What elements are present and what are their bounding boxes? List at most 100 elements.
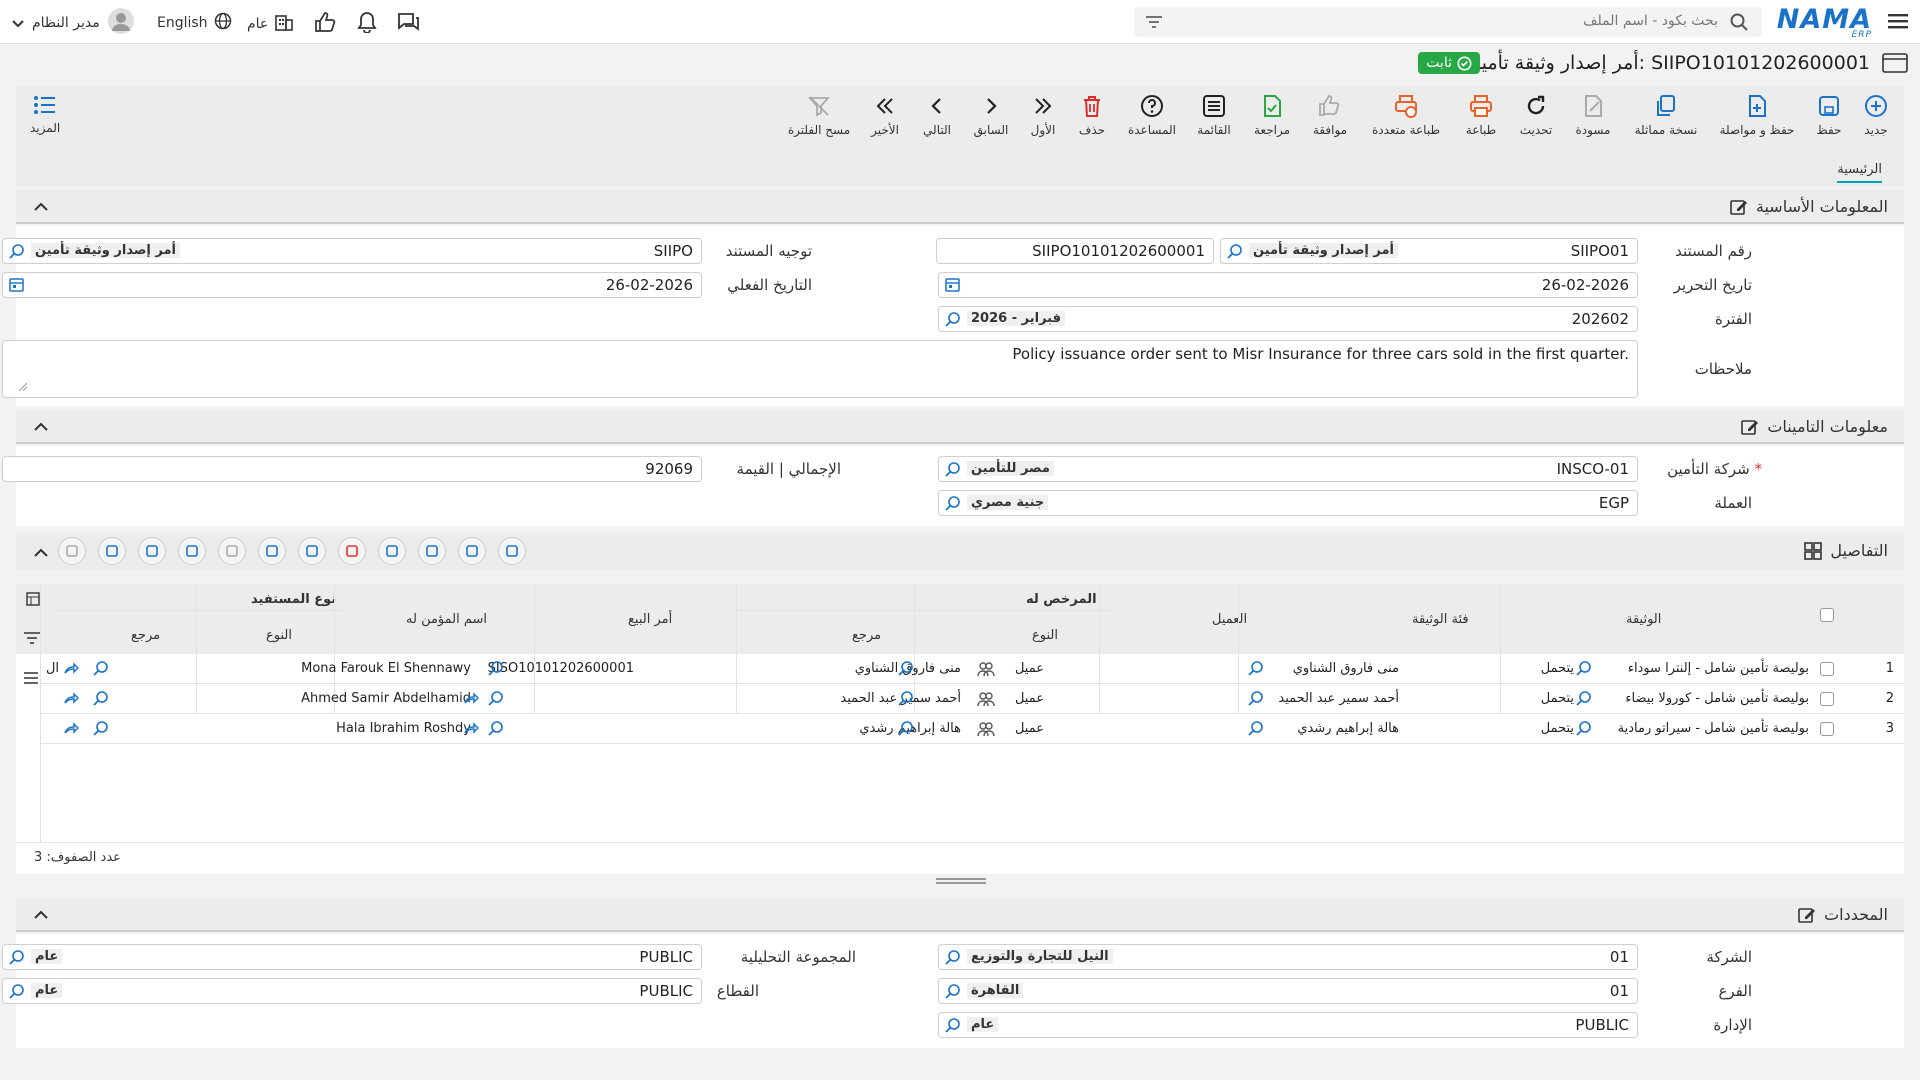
run-icon[interactable] (298, 537, 326, 565)
period-field[interactable]: 202602 2026 - فبراير (938, 306, 1638, 332)
lookup-icon[interactable] (488, 660, 504, 680)
menu-icon[interactable] (1888, 12, 1908, 34)
save-button[interactable]: حفظ (1799, 94, 1859, 137)
share-icon[interactable] (463, 691, 480, 709)
lookup-icon[interactable] (488, 720, 504, 740)
filter-icon[interactable] (98, 537, 126, 565)
scope-selector[interactable]: عام (247, 12, 294, 36)
user-menu[interactable]: مدير النظام (12, 8, 134, 38)
delete-row-icon[interactable] (338, 537, 366, 565)
row-checkbox[interactable] (1820, 692, 1834, 706)
row-checkbox[interactable] (1820, 662, 1834, 676)
column-header[interactable]: النوع (266, 628, 292, 643)
lookup-icon[interactable] (1576, 720, 1592, 740)
doc-direction-field[interactable]: SIIPO أمر إصدار وثيقة تأمين (2, 238, 702, 264)
copy-button[interactable]: نسخة مماثلة (1635, 94, 1697, 137)
help-button[interactable]: المساعدة (1122, 94, 1182, 137)
more-button[interactable]: المزيد (30, 94, 60, 135)
search-input[interactable]: بحث بكود - اسم الملف (1583, 13, 1718, 29)
filter-icon[interactable] (1146, 15, 1162, 33)
add-row-icon[interactable] (458, 537, 486, 565)
section-basic-header[interactable]: المعلومات الأساسية (16, 190, 1904, 224)
actual-date-field[interactable]: 26-02-2026 (2, 272, 702, 298)
column-header[interactable]: الوثيقة (1626, 612, 1661, 627)
lookup-icon[interactable] (1576, 690, 1592, 710)
table-row[interactable]: 3 بوليصة تأمين شامل - سيراتو رمادية يتحمل ه… (41, 714, 1904, 744)
thumbs-up-button[interactable]: موافقة (1300, 94, 1360, 137)
lookup-icon[interactable] (898, 660, 914, 680)
total-field[interactable]: 92069 (2, 456, 702, 482)
lookup-icon[interactable] (93, 690, 109, 710)
dim-analytic-field[interactable]: PUBLIC عام (2, 944, 702, 970)
layers-icon[interactable] (378, 537, 406, 565)
lookup-icon[interactable] (945, 495, 961, 515)
last-button[interactable]: الأخير (855, 94, 915, 137)
row-checkbox[interactable] (1820, 722, 1834, 736)
doc-number-field[interactable]: SIIPO01 أمر إصدار وثيقة تأمين (1220, 238, 1638, 264)
lookup-icon[interactable] (9, 983, 25, 1003)
table-icon[interactable] (258, 537, 286, 565)
expand-icon[interactable] (218, 537, 246, 565)
dim-company-field[interactable]: 01 النيل للتجارة والتوزيع (938, 944, 1638, 970)
section-insurance-header[interactable]: معلومات التامينات (16, 410, 1904, 444)
lookup-icon[interactable] (9, 949, 25, 969)
column-header[interactable]: النوع (1032, 628, 1058, 643)
lookup-icon[interactable] (93, 660, 109, 680)
doc-number-full-field[interactable]: SIIPO10101202600001 (936, 238, 1214, 264)
share-icon[interactable] (63, 721, 80, 739)
collapse-icon[interactable] (34, 906, 48, 924)
lookup-icon[interactable] (1248, 720, 1264, 740)
move-icon[interactable] (138, 537, 166, 565)
currency-field[interactable]: EGP جنية مصري (938, 490, 1638, 516)
lookup-icon[interactable] (1248, 660, 1264, 680)
resize-splitter[interactable] (936, 878, 986, 884)
edit-date-field[interactable]: 26-02-2026 (938, 272, 1638, 298)
thumbs-up-icon[interactable] (314, 11, 336, 37)
calendar-icon[interactable] (945, 277, 960, 296)
print-button[interactable]: طباعة (1451, 94, 1511, 137)
search-box[interactable]: بحث بكود - اسم الملف (1134, 7, 1762, 37)
share-icon[interactable] (463, 721, 480, 739)
collapse-icon[interactable] (34, 544, 48, 562)
column-header[interactable]: فئة الوثيقة (1412, 612, 1469, 627)
save-continue-button[interactable]: حفظ و مواصلة (1720, 94, 1794, 137)
table-row[interactable]: 1 بوليصة تأمين شامل - إلنترا سوداء يتحمل من… (41, 654, 1904, 684)
collapse-icon[interactable] (34, 198, 48, 216)
insurance-company-field[interactable]: INSCO-01 مصر للتأمين (938, 456, 1638, 482)
column-header[interactable]: اسم المؤمن له (406, 612, 487, 627)
calendar-icon[interactable] (9, 277, 24, 296)
column-header[interactable]: مرجع (131, 628, 160, 643)
draft-button[interactable]: مسودة (1563, 94, 1623, 137)
lookup-icon[interactable] (93, 720, 109, 740)
select-all-checkbox[interactable] (1820, 608, 1834, 622)
list-button[interactable]: القائمة (1184, 94, 1244, 137)
dim-dept-field[interactable]: PUBLIC عام (938, 1012, 1638, 1038)
review-button[interactable]: مراجعة (1242, 94, 1302, 137)
search-icon[interactable] (1730, 13, 1748, 35)
table-row[interactable]: 2 بوليصة تأمين شامل - كورولا بيضاء يتحمل أح… (41, 684, 1904, 714)
chat-icon[interactable] (396, 11, 420, 33)
clear-filter-button[interactable]: مسح الفلترة (788, 94, 850, 137)
collapse-icon[interactable] (34, 418, 48, 436)
lookup-icon[interactable] (898, 720, 914, 740)
columns-icon[interactable] (26, 592, 40, 610)
first-button[interactable]: الأول (1013, 94, 1073, 137)
lookup-icon[interactable] (1227, 243, 1243, 263)
lookup-icon[interactable] (9, 243, 25, 263)
share-icon[interactable] (63, 661, 80, 679)
bell-icon[interactable] (356, 11, 378, 37)
lookup-icon[interactable] (945, 949, 961, 969)
clear-filter-icon[interactable] (58, 537, 86, 565)
multi-print-button[interactable]: طباعة متعددة (1372, 94, 1440, 137)
column-header[interactable]: العميل (1212, 612, 1247, 627)
lookup-icon[interactable] (1248, 690, 1264, 710)
dim-sector-field[interactable]: PUBLIC عام (2, 978, 702, 1004)
dots-icon[interactable] (178, 537, 206, 565)
tab-main[interactable]: الرئيسية (1837, 162, 1882, 183)
side-menu-icon[interactable] (24, 670, 38, 688)
filter-row-icon[interactable] (24, 630, 40, 648)
refresh-button[interactable]: تحديث (1506, 94, 1566, 137)
lookup-icon[interactable] (1576, 660, 1592, 680)
grid-search-icon[interactable] (498, 537, 526, 565)
window-icon[interactable] (1882, 52, 1908, 78)
